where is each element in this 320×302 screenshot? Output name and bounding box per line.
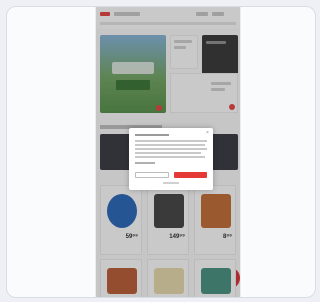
consent-text <box>135 152 201 154</box>
cookie-consent-dialog: × <box>129 128 213 190</box>
consent-footer-link[interactable] <box>163 182 179 184</box>
consent-text <box>135 144 205 146</box>
consent-text <box>135 140 207 142</box>
consent-text <box>135 156 205 158</box>
preview-card: 59⁹⁹ 149⁹⁹ 8⁹⁹ × <box>6 6 316 298</box>
consent-text <box>135 148 207 150</box>
reject-button[interactable] <box>135 172 169 178</box>
consent-settings-link[interactable] <box>135 162 155 164</box>
consent-title <box>135 134 169 136</box>
accept-all-button[interactable] <box>174 172 207 178</box>
webpage-screenshot: 59⁹⁹ 149⁹⁹ 8⁹⁹ × <box>95 7 241 297</box>
close-icon[interactable]: × <box>206 131 210 136</box>
